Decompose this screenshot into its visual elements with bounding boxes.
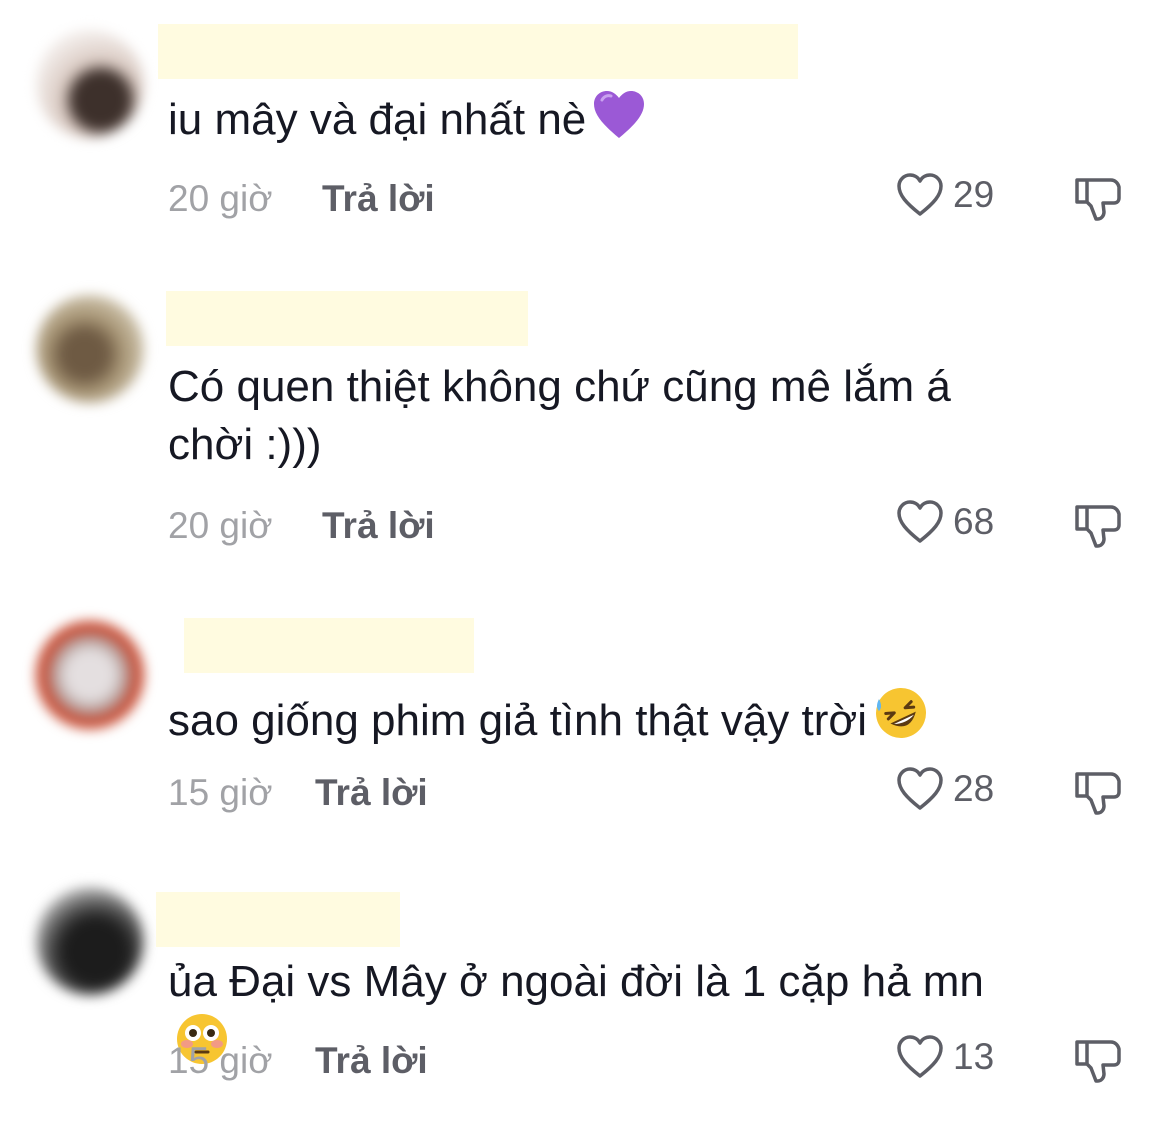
username-redaction	[166, 291, 528, 346]
like-count: 28	[953, 768, 995, 809]
thumbs-down-outline-icon	[1073, 501, 1123, 549]
comment-text: iu mây và đại nhất nè	[168, 90, 1028, 155]
heart-outline-icon	[895, 172, 945, 218]
dislike-button[interactable]	[1073, 768, 1123, 816]
like-button[interactable]: 28	[895, 766, 994, 812]
comment-text: sao giống phim giả tình thật vậy trời	[168, 685, 1028, 756]
heart-outline-icon	[895, 1034, 945, 1080]
reply-button[interactable]: Trả lời	[315, 1040, 428, 1082]
dislike-button[interactable]	[1073, 501, 1123, 549]
like-button[interactable]: 29	[895, 172, 994, 218]
comment-time: 20 giờ	[168, 178, 273, 219]
rolling-laughing-face-icon	[873, 685, 929, 756]
thumbs-down-outline-icon	[1073, 174, 1123, 222]
like-button[interactable]: 13	[895, 1034, 994, 1080]
avatar[interactable]	[36, 621, 144, 729]
thumbs-down-outline-icon	[1073, 1036, 1123, 1084]
avatar[interactable]	[36, 887, 144, 995]
purple-heart-icon	[592, 90, 646, 155]
heart-outline-icon	[895, 766, 945, 812]
reply-button[interactable]: Trả lời	[315, 772, 428, 814]
heart-outline-icon	[895, 499, 945, 545]
username-redaction	[184, 618, 474, 673]
comment-item: Có quen thiệt không chứ cũng mê lắm á ch…	[0, 260, 1170, 585]
comment-item: sao giống phim giả tình thật vậy trời 15…	[0, 585, 1170, 855]
like-count: 13	[953, 1036, 995, 1077]
comment-item: ủa Đại vs Mây ở ngoài đời là 1 cặp hả mn…	[0, 855, 1170, 1134]
comment-text: Có quen thiệt không chứ cũng mê lắm á ch…	[168, 362, 951, 469]
like-count: 68	[953, 501, 995, 542]
comment-time: 15 giờ	[168, 772, 273, 813]
dislike-button[interactable]	[1073, 1036, 1123, 1084]
like-button[interactable]: 68	[895, 499, 994, 545]
username-redaction	[158, 24, 798, 79]
avatar[interactable]	[36, 295, 144, 403]
comment-time: 20 giờ	[168, 505, 273, 546]
comment-time: 15 giờ	[168, 1040, 273, 1081]
like-count: 29	[953, 174, 995, 215]
reply-button[interactable]: Trả lời	[322, 505, 435, 547]
username-redaction	[156, 892, 400, 947]
dislike-button[interactable]	[1073, 174, 1123, 222]
thumbs-down-outline-icon	[1073, 768, 1123, 816]
reply-button[interactable]: Trả lời	[322, 178, 435, 220]
comment-item: iu mây và đại nhất nè 20 giờ Trả lời 29	[0, 0, 1170, 260]
avatar[interactable]	[36, 30, 144, 138]
